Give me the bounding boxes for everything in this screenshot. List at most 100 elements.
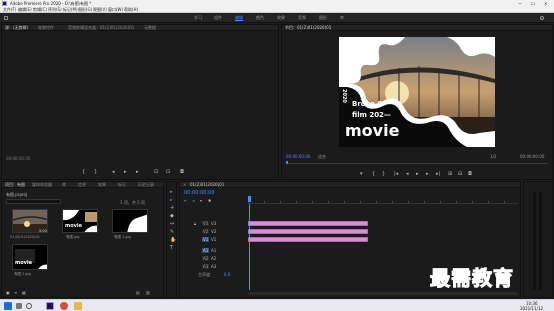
workspace-graphics[interactable]: 图形 bbox=[319, 15, 327, 20]
menu-graphics[interactable]: 图形(G) bbox=[78, 7, 92, 12]
workspace-editing[interactable]: 编辑 bbox=[235, 15, 243, 21]
maximize-button[interactable]: ☐ bbox=[531, 1, 535, 6]
add-marker-icon[interactable]: ▾ bbox=[360, 172, 363, 177]
add-marker-icon[interactable]: ▾ bbox=[200, 198, 202, 203]
program-scrubber[interactable] bbox=[286, 161, 548, 164]
explorer-taskbar-icon[interactable] bbox=[74, 302, 82, 310]
snap-icon[interactable]: ⌖ bbox=[184, 198, 186, 203]
trash-icon[interactable]: ▥ bbox=[146, 290, 150, 295]
track-select-tool-icon[interactable]: ▹ bbox=[170, 198, 173, 203]
lock-icon[interactable]: ▣ bbox=[6, 290, 10, 295]
audio-track-a2[interactable]: A2 A2 bbox=[184, 255, 246, 262]
workspace-color[interactable]: 颜色 bbox=[256, 15, 264, 20]
workspace-audio[interactable]: 音频 bbox=[298, 15, 306, 20]
video-track-v2[interactable]: V2 V2 bbox=[184, 228, 246, 235]
icon-view-icon[interactable]: ▦ bbox=[22, 290, 26, 295]
mark-in-icon[interactable]: { bbox=[372, 172, 375, 177]
project-item-image[interactable]: movie bbox=[62, 209, 98, 233]
tab-media-browser[interactable]: 媒体浏览器 bbox=[32, 182, 52, 188]
tab-metadata[interactable]: 元数据 bbox=[144, 25, 156, 31]
go-to-in-icon[interactable]: |◂ bbox=[394, 172, 398, 177]
tab-markers[interactable]: 标记 bbox=[118, 182, 126, 188]
slip-tool-icon[interactable]: ↔ bbox=[170, 222, 174, 227]
taskbar-date[interactable]: 2021/11/12 bbox=[520, 306, 543, 311]
timeline-scrollbar[interactable] bbox=[248, 292, 518, 295]
hand-tool-icon[interactable]: ✋ bbox=[170, 238, 176, 243]
audio-track-a1[interactable]: A1 A1 bbox=[184, 247, 246, 254]
project-item-image[interactable]: movie bbox=[12, 244, 48, 270]
tab-project[interactable]: 项目：有图 bbox=[5, 182, 25, 188]
mark-out-icon[interactable]: } bbox=[382, 172, 385, 177]
tab-libraries[interactable]: 库 bbox=[62, 182, 66, 188]
step-forward-icon[interactable]: ▸ bbox=[136, 170, 139, 175]
linked-selection-icon[interactable]: ∞ bbox=[192, 198, 195, 203]
chrome-taskbar-icon[interactable] bbox=[60, 302, 68, 310]
mark-out-icon[interactable]: } bbox=[94, 170, 97, 175]
audio-track-a3[interactable]: A3 A3 bbox=[184, 263, 246, 270]
menu-sequence[interactable]: 序列(S) bbox=[48, 7, 62, 12]
master-track[interactable]: 主声道 0.0 bbox=[184, 271, 246, 278]
project-item-image[interactable] bbox=[112, 209, 148, 233]
overwrite-icon[interactable]: ⊡ bbox=[166, 170, 170, 175]
list-view-icon[interactable]: ≡ bbox=[14, 290, 17, 295]
search-icon[interactable] bbox=[540, 16, 544, 20]
settings-icon[interactable]: ✱ bbox=[208, 198, 211, 203]
selection-tool-icon[interactable]: ▸ bbox=[170, 190, 173, 195]
go-to-out-icon[interactable]: ▸| bbox=[436, 172, 440, 177]
menu-edit[interactable]: 编辑(E) bbox=[18, 7, 32, 12]
timeline-clip-v1[interactable]: 01(2)01(2020)01.jpg bbox=[248, 237, 368, 254]
program-resolution-select[interactable]: 1/2 bbox=[490, 154, 496, 159]
menu-window[interactable]: 窗口(W) bbox=[108, 7, 123, 12]
menu-clip[interactable]: 剪辑(C) bbox=[33, 7, 47, 12]
mark-in-icon[interactable]: { bbox=[82, 170, 85, 175]
task-view-icon[interactable] bbox=[16, 303, 22, 309]
tab-audio-clip-mixer[interactable]: 音频剪辑混合器：01(2)01(2020)01 bbox=[68, 25, 134, 31]
timeline-clip-v3[interactable]: 有图.jpg bbox=[248, 221, 368, 238]
windows-start-icon[interactable] bbox=[4, 302, 12, 310]
workspace-libraries[interactable]: 库 bbox=[340, 15, 344, 20]
minimize-button[interactable]: — bbox=[518, 1, 522, 6]
menu-view[interactable]: 视图(V) bbox=[93, 7, 107, 12]
premiere-taskbar-icon[interactable] bbox=[46, 302, 54, 310]
workspace-learn[interactable]: 学习 bbox=[194, 15, 202, 20]
project-search-input[interactable] bbox=[6, 199, 61, 204]
tab-history[interactable]: 历史记录 bbox=[138, 182, 154, 188]
step-back-icon[interactable]: ◂ bbox=[112, 170, 115, 175]
lift-icon[interactable]: ⊞ bbox=[448, 172, 452, 177]
video-track-v3[interactable]: 🔒︎ V3 V3 bbox=[184, 220, 246, 227]
playhead-icon[interactable] bbox=[248, 196, 251, 202]
camera-icon[interactable]: ◘ bbox=[468, 172, 472, 177]
extract-icon[interactable]: ⊟ bbox=[458, 172, 462, 177]
timeline-close-icon[interactable]: ✕ bbox=[183, 182, 186, 188]
menu-file[interactable]: 文件(F) bbox=[3, 7, 16, 12]
tab-source[interactable]: 源：(无剪辑) bbox=[5, 25, 28, 31]
play-icon[interactable]: ▸ bbox=[416, 172, 419, 177]
workspace-assembly[interactable]: 组件 bbox=[214, 15, 222, 20]
program-fit-select[interactable]: 适合 bbox=[318, 154, 326, 159]
razor-tool-icon[interactable]: ◆ bbox=[170, 214, 174, 219]
pen-tool-icon[interactable]: ✎ bbox=[170, 230, 174, 235]
timeline-ruler[interactable] bbox=[248, 194, 518, 204]
type-tool-icon[interactable]: T bbox=[170, 246, 173, 251]
workspace-effects[interactable]: 效果 bbox=[277, 15, 285, 20]
tab-effect-controls[interactable]: 效果控件 bbox=[38, 25, 54, 31]
step-forward-icon[interactable]: ▸ bbox=[426, 172, 429, 177]
step-back-icon[interactable]: ◂ bbox=[406, 172, 409, 177]
video-track-v1[interactable]: V1 V1 bbox=[184, 236, 246, 243]
ripple-edit-tool-icon[interactable]: ✛ bbox=[170, 206, 174, 211]
master-volume[interactable]: 0.0 bbox=[224, 272, 230, 277]
tab-effects[interactable]: 效果 bbox=[98, 182, 106, 188]
close-button[interactable]: ✕ bbox=[544, 1, 547, 6]
insert-icon[interactable]: ⊡ bbox=[154, 170, 158, 175]
tab-program[interactable]: 节目：01(2)01(2020)01 bbox=[285, 25, 331, 31]
menu-help[interactable]: 帮助(H) bbox=[124, 7, 138, 12]
tab-timeline-sequence[interactable]: 01(2)01(2020)01 bbox=[190, 182, 224, 188]
new-item-icon[interactable]: ▤ bbox=[136, 290, 140, 295]
home-icon[interactable] bbox=[4, 16, 8, 20]
timeline-clip-v2[interactable]: 有图 1.jpg bbox=[248, 229, 368, 246]
menu-marker[interactable]: 标记(M) bbox=[63, 7, 78, 12]
camera-icon[interactable]: ◘ bbox=[180, 170, 184, 175]
tab-info[interactable]: 信息 bbox=[78, 182, 86, 188]
playhead-icon[interactable] bbox=[286, 161, 288, 164]
track-lock-icon[interactable]: 🔒︎ bbox=[194, 221, 196, 226]
